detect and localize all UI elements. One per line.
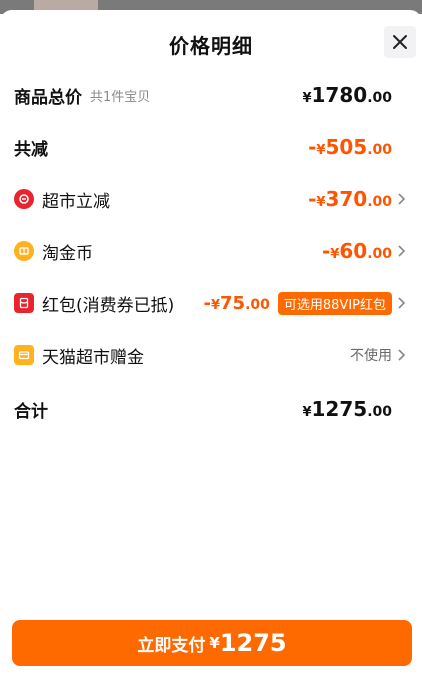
gift-balance-status: 不使用	[350, 348, 392, 364]
gift-card-icon	[14, 345, 34, 365]
red-packet-value: - ¥ 75 .00 可选用88VIP红包	[203, 291, 392, 315]
chevron-right-icon	[398, 245, 406, 257]
chevron-right-icon	[398, 349, 406, 361]
sheet-title: 价格明细	[169, 34, 253, 58]
goods-total-label: 商品总价	[14, 87, 82, 108]
total-discount-value: - ¥ 505 .00	[308, 135, 392, 159]
red-packet-label: 红包(消费券已抵)	[42, 295, 175, 316]
goods-count-label: 共1件宝贝	[90, 89, 151, 105]
coin-icon	[14, 241, 34, 261]
row-total-discount: 共减 - ¥ 505 .00	[0, 130, 422, 164]
row-taojinbi[interactable]: 淘金币 - ¥ 60 .00	[0, 234, 422, 268]
price-detail-sheet: 价格明细 商品总价 共1件宝贝 ¥ 1780 .00 共减 - ¥ 505 .0…	[0, 10, 422, 684]
sum-label: 合计	[14, 401, 48, 422]
market-discount-value: - ¥ 370 .00	[308, 187, 392, 211]
chevron-right-icon	[398, 297, 406, 309]
row-market-discount[interactable]: 超市立减 - ¥ 370 .00	[0, 182, 422, 216]
red-packet-icon	[14, 293, 34, 313]
chevron-right-icon	[398, 193, 406, 205]
pay-now-button[interactable]: 立即支付 ¥ 1275	[12, 620, 412, 666]
close-icon	[393, 35, 407, 49]
vip-red-packet-badge[interactable]: 可选用88VIP红包	[277, 291, 392, 315]
row-red-packet[interactable]: 红包(消费券已抵) - ¥ 75 .00 可选用88VIP红包	[0, 286, 422, 320]
row-gift-balance[interactable]: 天猫超市赠金 不使用	[0, 338, 422, 372]
pay-currency: ¥	[209, 634, 220, 652]
gift-balance-value: 不使用	[350, 345, 392, 365]
row-sum: 合计 ¥ 1275 .00	[0, 392, 422, 426]
total-discount-label: 共减	[14, 139, 48, 160]
close-button[interactable]	[384, 26, 416, 58]
pay-now-label: 立即支付	[137, 635, 206, 656]
market-discount-label: 超市立减	[42, 191, 110, 212]
taojinbi-value: - ¥ 60 .00	[321, 239, 392, 263]
coupon-red-icon	[14, 189, 34, 209]
row-goods-total: 商品总价 共1件宝贝 ¥ 1780 .00	[0, 78, 422, 112]
sum-value: ¥ 1275 .00	[302, 397, 392, 421]
pay-amount: 1275	[219, 629, 287, 657]
taojinbi-label: 淘金币	[42, 243, 93, 264]
goods-total-value: ¥ 1780 .00	[302, 83, 392, 107]
gift-balance-label: 天猫超市赠金	[42, 347, 144, 368]
